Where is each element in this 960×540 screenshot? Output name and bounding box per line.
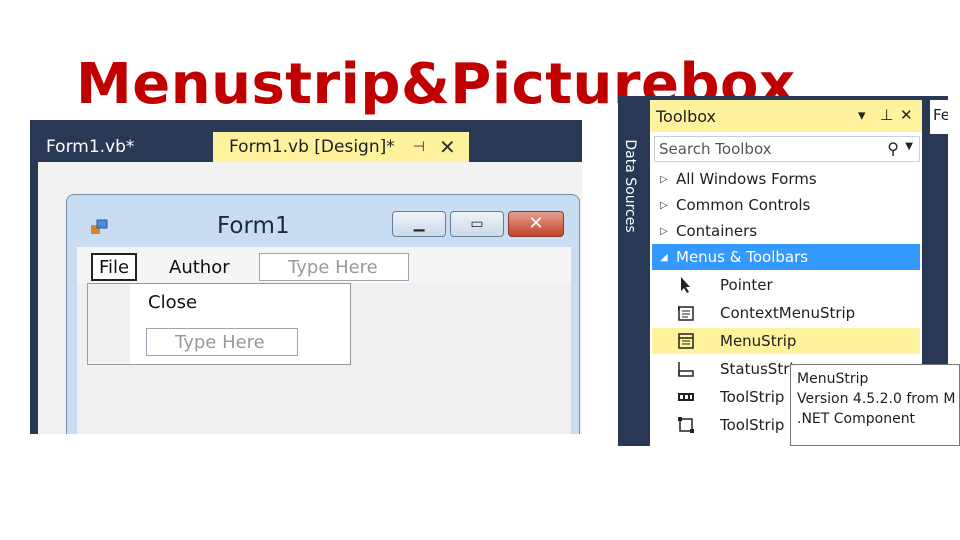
close-icon[interactable]: ✕: [900, 106, 913, 124]
item-label: ContextMenuStrip: [720, 304, 856, 322]
category-common-controls[interactable]: ▷ Common Controls: [652, 192, 920, 218]
dropdown-image-margin: [88, 284, 130, 364]
toolbox-item-pointer[interactable]: Pointer: [652, 272, 920, 298]
tooltip-component: .NET Component: [797, 411, 916, 427]
tab-form1-design[interactable]: Form1.vb [Design]* ⊣ ✕: [213, 132, 469, 162]
category-label: Common Controls: [676, 196, 811, 214]
toolbox-header: Toolbox ▾ ⊥ ✕: [650, 100, 922, 132]
file-dropdown-menu: Close Type Here: [87, 283, 351, 365]
tooltip-version: Version 4.5.2.0 from M: [797, 391, 956, 407]
item-label: StatusStri: [720, 360, 794, 378]
item-label: MenuStrip: [720, 332, 797, 350]
search-placeholder: Search Toolbox: [659, 140, 772, 158]
data-sources-strip[interactable]: Data Sources: [618, 96, 642, 446]
close-button[interactable]: ✕: [508, 211, 564, 237]
expand-icon: ▷: [660, 199, 668, 211]
toolbox-item-contextmenustrip[interactable]: ContextMenuStrip: [652, 300, 920, 326]
tab-label: Form1.vb*: [46, 137, 135, 157]
item-label: ToolStrip: [720, 388, 785, 406]
item-label: ToolStrip: [720, 416, 785, 434]
category-label: Containers: [676, 222, 758, 240]
pin-icon[interactable]: ⊣: [413, 139, 425, 155]
menu-item-close[interactable]: Close: [148, 292, 197, 313]
pin-icon[interactable]: ⊥: [880, 106, 893, 124]
dropdown-arrow-icon[interactable]: ▾: [858, 106, 866, 124]
tab-label: Form1.vb [Design]*: [229, 137, 395, 157]
chevron-down-icon[interactable]: ▼: [905, 141, 913, 152]
form-icon: [91, 219, 108, 234]
designer-screenshot: Form1.vb* Form1.vb [Design]* ⊣ ✕ Form1 ▁…: [30, 120, 582, 434]
menu-item-file[interactable]: File: [91, 253, 138, 281]
tab-form1-vb[interactable]: Form1.vb*: [30, 132, 206, 162]
category-label: Menus & Toolbars: [676, 248, 809, 266]
toolbox-search-input[interactable]: Search Toolbox ⚲ ▼: [654, 136, 920, 162]
minimize-button[interactable]: ▁: [392, 211, 446, 237]
expand-icon: ▷: [660, 225, 668, 237]
category-label: All Windows Forms: [676, 170, 817, 188]
search-icon[interactable]: ⚲: [887, 139, 899, 158]
tooltip-title: MenuStrip: [797, 371, 869, 387]
menu-type-here-input[interactable]: Type Here: [259, 253, 409, 281]
close-icon: ✕: [528, 213, 544, 234]
item-label: Pointer: [720, 276, 773, 294]
category-containers[interactable]: ▷ Containers: [652, 218, 920, 244]
form-window[interactable]: Form1 ▁ ▭ ✕ File Author Type Here Close …: [66, 194, 580, 434]
pointer-icon: [681, 277, 690, 293]
maximize-button[interactable]: ▭: [450, 211, 504, 237]
menu-item-author[interactable]: Author: [163, 253, 236, 281]
dropdown-type-here-input[interactable]: Type Here: [146, 328, 298, 356]
menustrip-icon: [678, 333, 694, 349]
expand-icon: ▷: [660, 173, 668, 185]
menustrip-tooltip: MenuStrip Version 4.5.2.0 from M .NET Co…: [790, 364, 960, 446]
toolstrip-icon: [678, 393, 694, 401]
toolbox-item-menustrip[interactable]: MenuStrip: [652, 328, 920, 354]
contextmenustrip-icon: [678, 305, 694, 321]
collapse-icon: ◢: [660, 251, 668, 263]
statusstrip-icon: [678, 362, 694, 377]
right-panel-tab[interactable]: Fe: [930, 100, 948, 134]
menu-strip: File Author Type Here: [77, 247, 571, 283]
category-menus-toolbars[interactable]: ◢ Menus & Toolbars: [652, 244, 920, 270]
form-title: Form1: [217, 213, 290, 239]
toolbox-title: Toolbox: [656, 106, 716, 126]
minimize-icon: ▁: [413, 216, 425, 232]
toolstripcontainer-icon: [678, 417, 694, 433]
category-all-windows-forms[interactable]: ▷ All Windows Forms: [652, 166, 920, 192]
close-icon[interactable]: ✕: [439, 135, 456, 159]
data-sources-label: Data Sources: [622, 139, 638, 233]
form-client-area: File Author Type Here Close Type Here: [77, 247, 571, 434]
maximize-icon: ▭: [470, 216, 484, 232]
